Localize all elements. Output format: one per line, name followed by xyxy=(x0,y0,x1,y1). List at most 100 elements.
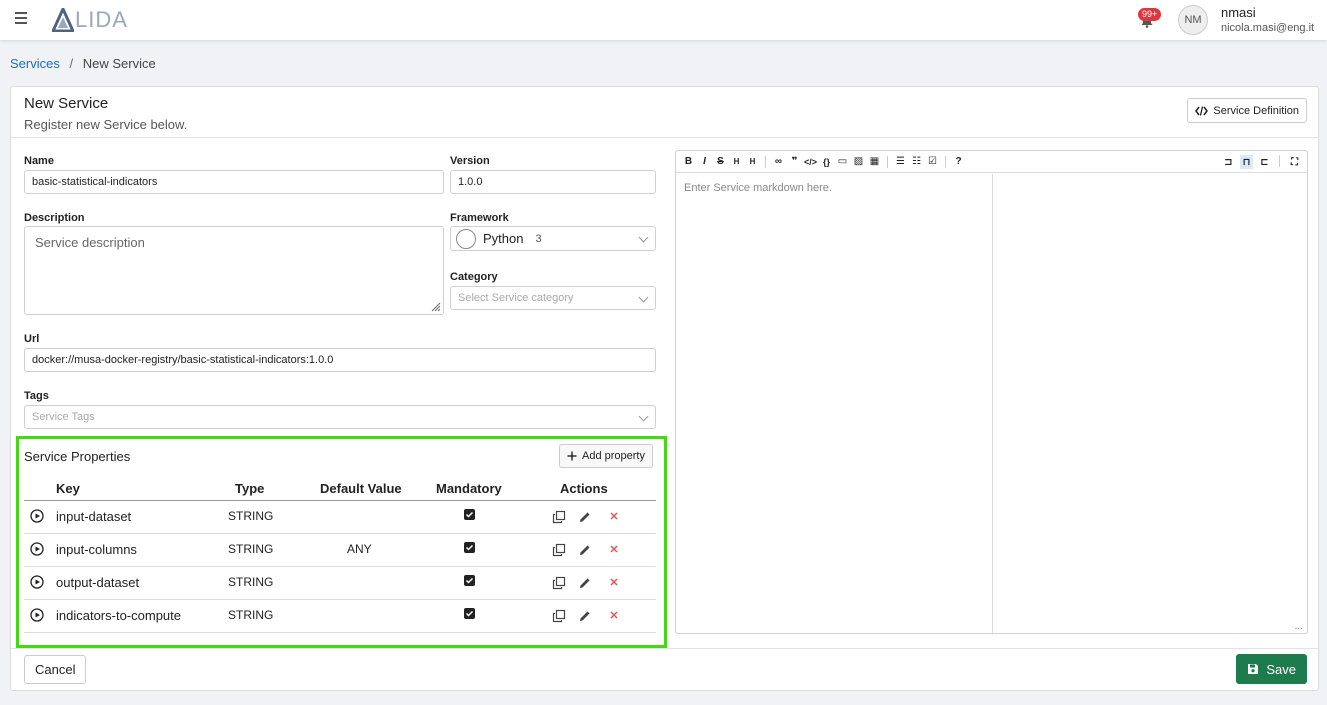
strikethrough-icon[interactable]: S xyxy=(714,155,727,169)
copy-icon[interactable] xyxy=(552,576,566,590)
copy-icon[interactable] xyxy=(552,543,566,557)
logo-triangle-icon xyxy=(52,8,74,32)
play-circle-icon[interactable] xyxy=(30,575,44,589)
editor-placeholder[interactable]: Enter Service markdown here. xyxy=(684,182,832,194)
copy-icon[interactable] xyxy=(552,609,566,623)
column-header-key: Key xyxy=(56,481,80,496)
code-icon xyxy=(1195,105,1209,116)
code-icon[interactable]: </> xyxy=(804,155,817,169)
checklist-icon[interactable]: ☑ xyxy=(926,155,939,169)
delete-x-icon[interactable] xyxy=(608,543,620,555)
tags-placeholder: Service Tags xyxy=(32,411,95,423)
table-row: output-dataset STRING xyxy=(24,567,656,600)
editor-toolbar: B I S H H ∞ ❞ </> {} ▭ ▨ ▦ ☰ ☷ ☑ ? ⊐ ⊓ ⊏ xyxy=(676,151,1307,173)
check-icon xyxy=(465,610,474,617)
notification-badge: 99+ xyxy=(1138,8,1162,21)
add-property-label: Add property xyxy=(582,450,645,462)
footer-divider xyxy=(11,648,1318,649)
chevron-down-icon xyxy=(638,411,649,422)
fullscreen-icon[interactable]: ⛶ xyxy=(1288,155,1301,169)
link-icon[interactable]: ∞ xyxy=(772,155,785,169)
column-header-default-value: Default Value xyxy=(320,481,402,496)
preview-icon[interactable]: ⊏ xyxy=(1258,155,1271,169)
description-label: Description xyxy=(24,212,85,224)
bold-icon[interactable]: B xyxy=(682,155,695,169)
breadcrumb-link-services[interactable]: Services xyxy=(10,56,60,71)
name-label: Name xyxy=(24,155,54,167)
property-type: STRING xyxy=(228,509,274,523)
edit-pencil-icon[interactable] xyxy=(578,576,592,590)
add-property-button[interactable]: Add property xyxy=(559,444,653,468)
category-select[interactable]: Select Service category xyxy=(450,286,656,310)
app-logo[interactable]: LIDA xyxy=(52,7,128,33)
service-definition-button[interactable]: Service Definition xyxy=(1187,98,1307,123)
mandatory-checkbox[interactable] xyxy=(464,575,475,586)
url-input[interactable]: docker://musa-docker-registry/basic-stat… xyxy=(24,348,656,372)
table-icon[interactable]: ▦ xyxy=(868,155,881,169)
heading-small-icon[interactable]: H xyxy=(746,155,759,169)
delete-x-icon[interactable] xyxy=(608,510,620,522)
edit-pencil-icon[interactable] xyxy=(578,510,592,524)
quote-icon[interactable]: ❞ xyxy=(788,155,801,169)
breadcrumb: Services / New Service xyxy=(10,56,156,71)
play-circle-icon[interactable] xyxy=(30,608,44,622)
table-row: input-columns STRING ANY xyxy=(24,534,656,567)
description-textarea[interactable]: Service description xyxy=(24,226,444,315)
check-icon xyxy=(465,577,474,584)
play-circle-icon[interactable] xyxy=(30,509,44,523)
column-header-actions: Actions xyxy=(560,481,608,496)
save-button[interactable]: Save xyxy=(1236,654,1307,684)
mandatory-checkbox[interactable] xyxy=(464,509,475,520)
avatar[interactable]: NM xyxy=(1178,5,1208,35)
markdown-editor: B I S H H ∞ ❞ </> {} ▭ ▨ ▦ ☰ ☷ ☑ ? ⊐ ⊓ ⊏ xyxy=(675,150,1308,634)
italic-icon[interactable]: I xyxy=(698,155,711,169)
property-key: input-dataset xyxy=(56,509,132,524)
category-placeholder: Select Service category xyxy=(458,292,574,304)
edit-pencil-icon[interactable] xyxy=(578,609,592,623)
page-subtitle: Register new Service below. xyxy=(24,117,188,132)
editor-view-modes: ⊐ ⊓ ⊏ ⛶ xyxy=(1222,155,1301,169)
table-row: indicators-to-compute STRING xyxy=(24,600,656,633)
delete-x-icon[interactable] xyxy=(608,609,620,621)
play-circle-icon[interactable] xyxy=(30,542,44,556)
unordered-list-icon[interactable]: ☰ xyxy=(894,155,907,169)
comment-icon[interactable]: ▭ xyxy=(836,155,849,169)
preview-edit-icon[interactable]: ⊐ xyxy=(1222,155,1235,169)
code-block-icon[interactable]: {} xyxy=(820,155,833,169)
column-header-type: Type xyxy=(235,481,265,496)
heading-icon[interactable]: H xyxy=(730,155,743,169)
image-icon[interactable]: ▨ xyxy=(852,155,865,169)
editor-resize-handle[interactable]: ... xyxy=(1295,621,1303,632)
breadcrumb-current: New Service xyxy=(82,56,156,71)
save-label: Save xyxy=(1266,661,1296,677)
service-definition-label: Service Definition xyxy=(1213,104,1299,117)
help-icon[interactable]: ? xyxy=(952,155,965,169)
url-label: Url xyxy=(24,333,40,345)
split-view-icon[interactable]: ⊓ xyxy=(1240,155,1253,169)
mandatory-checkbox[interactable] xyxy=(464,608,475,619)
breadcrumb-separator: / xyxy=(69,56,74,71)
cancel-button[interactable]: Cancel xyxy=(24,655,87,684)
header-divider xyxy=(11,137,1318,138)
tags-select[interactable]: Service Tags xyxy=(24,405,656,429)
chevron-down-icon xyxy=(638,232,649,243)
editor-split-divider xyxy=(992,174,993,633)
plus-icon xyxy=(567,451,577,461)
name-input[interactable]: basic-statistical-indicators xyxy=(24,170,444,194)
mandatory-checkbox[interactable] xyxy=(464,542,475,553)
top-bar: LIDA 99+ NM nmasi nicola.masi@eng.it xyxy=(0,0,1327,40)
version-input[interactable]: 1.0.0 xyxy=(450,170,656,194)
framework-select[interactable]: Python 3 xyxy=(450,226,656,251)
delete-x-icon[interactable] xyxy=(608,576,620,588)
resize-handle-icon[interactable] xyxy=(431,302,441,312)
page-title: New Service xyxy=(24,95,109,112)
check-icon xyxy=(465,544,474,551)
ordered-list-icon[interactable]: ☷ xyxy=(910,155,923,169)
user-email: nicola.masi@eng.it xyxy=(1221,22,1315,34)
menu-icon[interactable] xyxy=(15,12,27,24)
copy-icon[interactable] xyxy=(552,510,566,524)
tags-label: Tags xyxy=(24,390,49,402)
edit-pencil-icon[interactable] xyxy=(578,543,592,557)
property-key: output-dataset xyxy=(56,575,140,590)
logo-text: LIDA xyxy=(75,7,128,32)
